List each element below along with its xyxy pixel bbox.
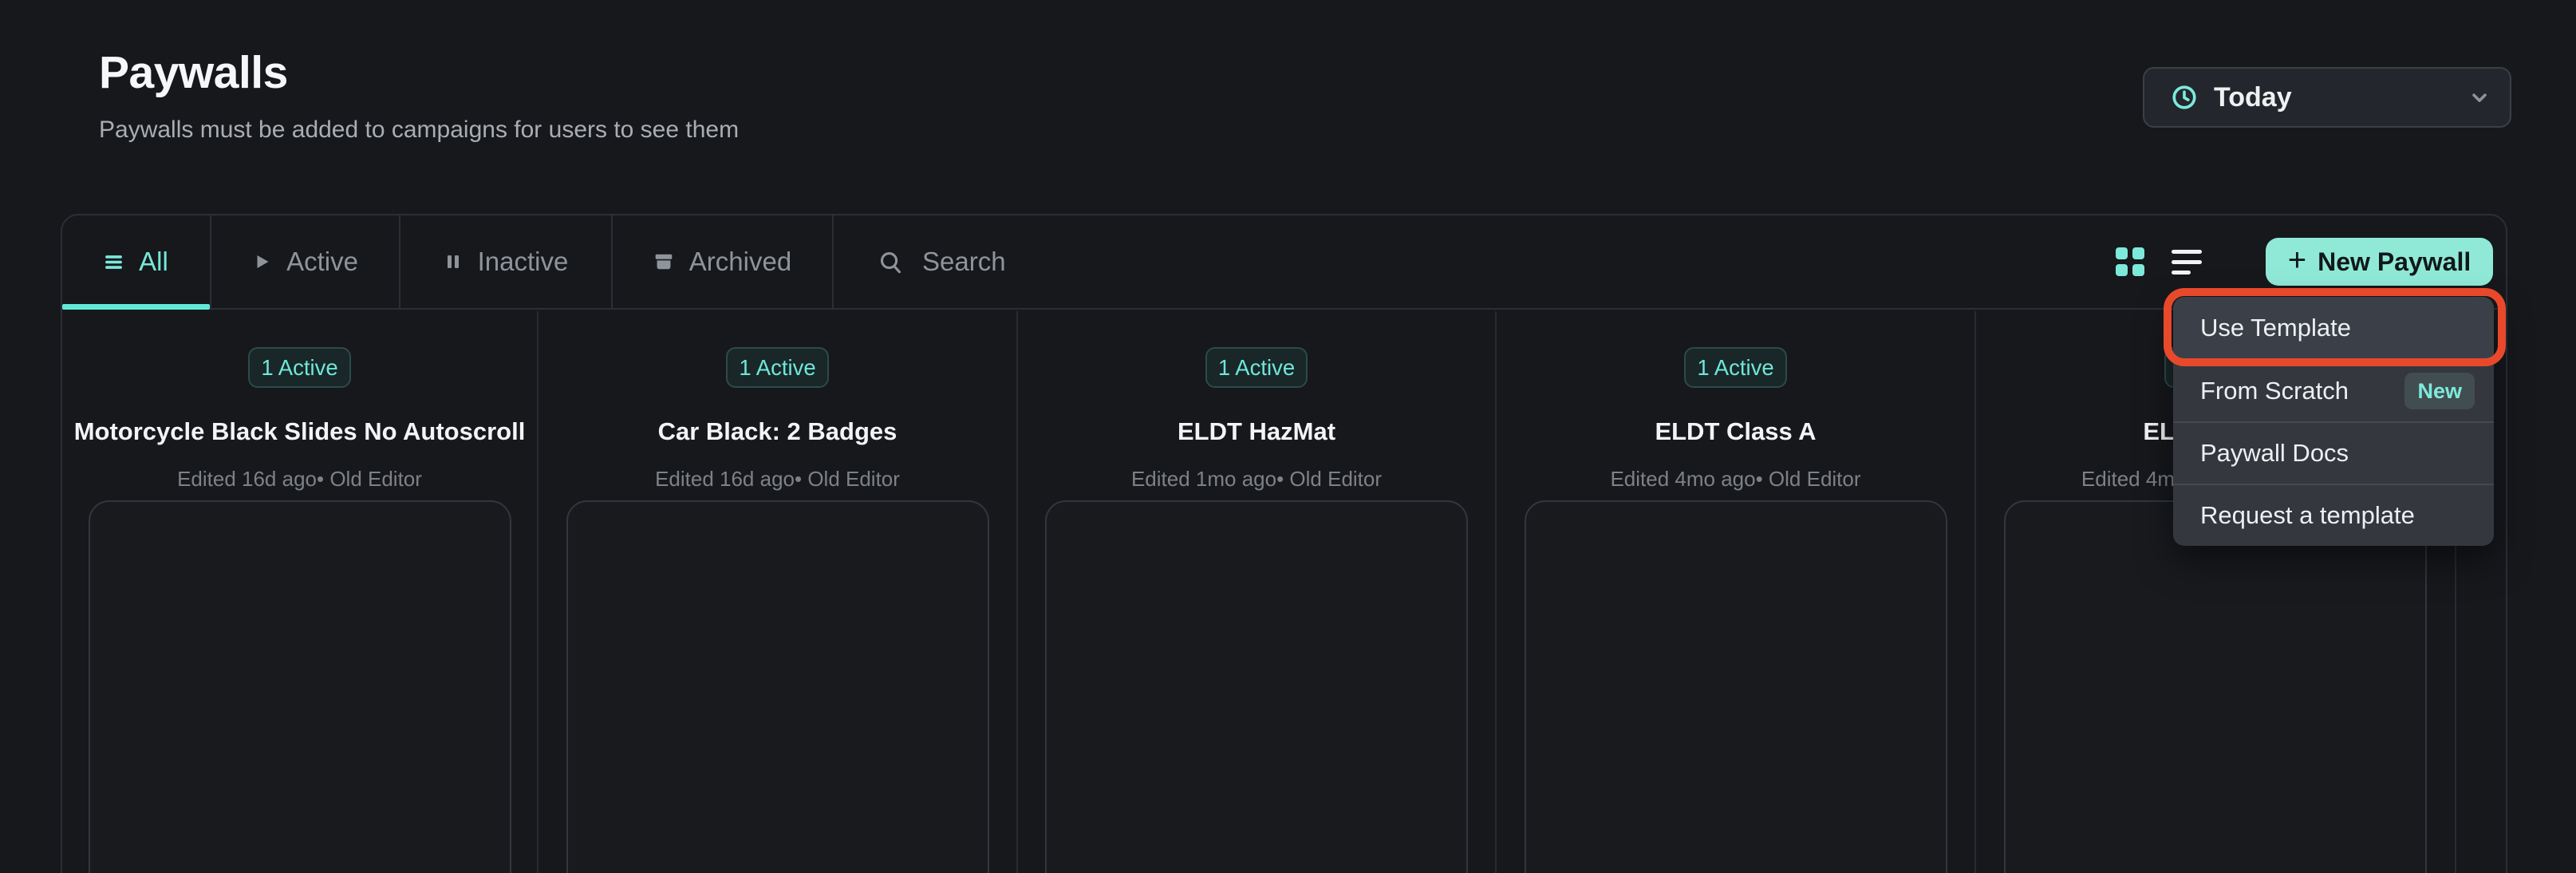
paywall-edited-meta: Edited 1mo ago• Old Editor (1131, 468, 1382, 490)
new-paywall-label: New Paywall (2318, 247, 2471, 277)
paywall-edited-meta: Edited 16d ago• Old Editor (655, 468, 900, 490)
menu-item-label: Use Template (2200, 314, 2351, 342)
paywall-column: 1 Active Motorcycle Black Slides No Auto… (62, 311, 538, 873)
date-filter-label: Today (2214, 82, 2292, 113)
paywall-preview (89, 500, 511, 873)
paywall-card[interactable]: 1 Active Motorcycle Black Slides No Auto… (62, 311, 537, 873)
new-paywall-menu: Use Template From Scratch New Paywall Do… (2173, 297, 2494, 546)
paywall-preview (1045, 500, 1468, 873)
paywall-column: 1 Active ELDT HazMat Edited 1mo ago• Old… (1018, 311, 1497, 873)
paywalls-panel: All Active Inactive (61, 214, 2507, 873)
paywall-preview (2004, 500, 2427, 873)
new-paywall-button[interactable]: + New Paywall (2266, 238, 2493, 286)
chevron-down-icon (2468, 86, 2491, 109)
status-badge: 1 Active (1205, 347, 1308, 388)
menu-item-label: Request a template (2200, 501, 2415, 530)
paywall-title: ELDT HazMat (1178, 417, 1335, 447)
paywall-column: 1 Active ELDT Class A Edited 4mo ago• Ol… (1497, 311, 1976, 873)
page-title: Paywalls (99, 46, 288, 99)
play-icon (252, 252, 271, 271)
tab-label: Archived (689, 247, 791, 277)
paywall-edited-meta: Edited 16d ago• Old Editor (177, 468, 422, 490)
list-view-icon[interactable] (2172, 250, 2202, 275)
tab-inactive[interactable]: Inactive (400, 215, 613, 308)
paywall-grid: 1 Active Motorcycle Black Slides No Auto… (62, 311, 2506, 873)
search-input[interactable] (921, 246, 1256, 278)
search-box[interactable] (834, 215, 2116, 308)
menu-item-use-template[interactable]: Use Template (2173, 297, 2494, 359)
status-badge: 1 Active (726, 347, 828, 388)
menu-item-paywall-docs[interactable]: Paywall Docs (2173, 421, 2494, 484)
search-icon (878, 250, 903, 275)
tab-label: All (139, 247, 168, 277)
menu-item-request-template[interactable]: Request a template (2173, 484, 2494, 546)
plus-icon: + (2288, 244, 2306, 276)
date-filter-dropdown[interactable]: Today (2143, 67, 2511, 128)
paywall-preview (1525, 500, 1947, 873)
tab-label: Inactive (478, 247, 569, 277)
status-badge: 1 Active (248, 347, 350, 388)
tab-label: Active (286, 247, 358, 277)
menu-item-from-scratch[interactable]: From Scratch New (2173, 359, 2494, 421)
paywall-title: Motorcycle Black Slides No Autoscroll (74, 417, 526, 447)
paywall-column: 1 Active Car Black: 2 Badges Edited 16d … (538, 311, 1018, 873)
view-controls: + New Paywall (2116, 215, 2506, 308)
paywall-title: Car Black: 2 Badges (658, 417, 897, 447)
clock-icon (2171, 84, 2198, 111)
paywall-card[interactable]: 1 Active ELDT HazMat Edited 1mo ago• Old… (1018, 311, 1495, 873)
active-tab-underline (62, 304, 210, 310)
grid-view-icon[interactable] (2116, 247, 2144, 276)
tab-archived[interactable]: Archived (613, 215, 834, 308)
paywall-edited-meta: Edited 4mo ago• Old Editor (1610, 468, 1860, 490)
pause-icon (444, 252, 463, 271)
paywall-card[interactable]: 1 Active ELDT Class A Edited 4mo ago• Ol… (1497, 311, 1974, 873)
tab-active[interactable]: Active (211, 215, 400, 308)
menu-item-label: Paywall Docs (2200, 439, 2349, 468)
page-subtitle: Paywalls must be added to campaigns for … (99, 117, 739, 144)
status-badge: 1 Active (1684, 347, 1786, 388)
paywall-preview (566, 500, 989, 873)
paywalls-page: Paywalls Paywalls must be added to campa… (0, 0, 2576, 873)
list-lines-icon (104, 252, 124, 272)
menu-item-label: From Scratch (2200, 377, 2349, 405)
new-badge: New (2404, 373, 2475, 409)
tab-all[interactable]: All (62, 215, 211, 308)
tab-bar: All Active Inactive (62, 215, 2506, 310)
paywall-card[interactable]: 1 Active Car Black: 2 Badges Edited 16d … (538, 311, 1016, 873)
paywall-title: ELDT Class A (1655, 417, 1816, 447)
archive-icon (653, 251, 674, 272)
